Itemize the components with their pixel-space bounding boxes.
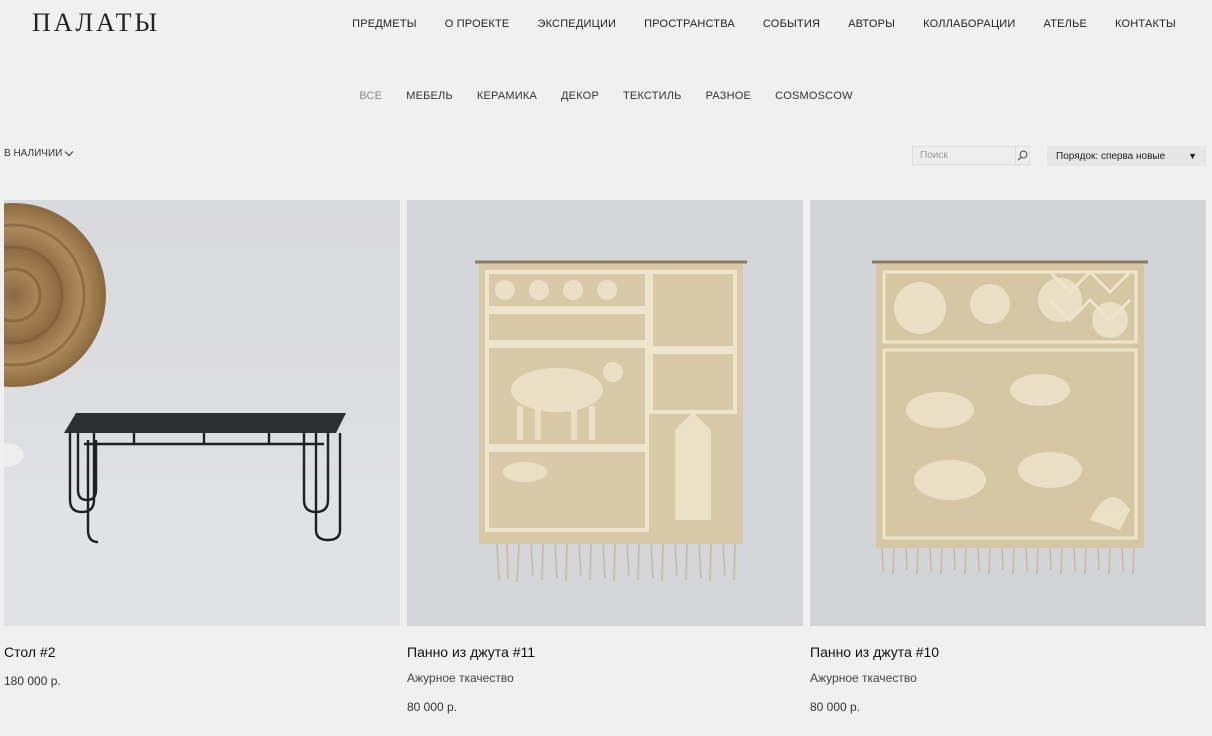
product-card[interactable]: Панно из джута #10 Ажурное ткачество 80 … <box>810 200 1206 714</box>
main-nav: ПРЕДМЕТЫ О ПРОЕКТЕ ЭКСПЕДИЦИИ ПРОСТРАНСТ… <box>352 18 1176 30</box>
availability-filter[interactable]: В НАЛИЧИИ <box>4 147 74 159</box>
product-price: 80 000 р. <box>407 700 458 714</box>
product-title[interactable]: Панно из джута #11 <box>407 644 535 660</box>
nav-item-events[interactable]: СОБЫТИЯ <box>763 18 820 30</box>
product-subtitle: Ажурное ткачество <box>407 671 514 685</box>
category-ceramics[interactable]: КЕРАМИКА <box>477 90 537 102</box>
chevron-down-icon <box>65 147 74 157</box>
product-image-jute-panel-11[interactable] <box>407 200 803 626</box>
sort-select-value: Порядок: сперва новые <box>1056 150 1166 162</box>
caret-down-icon: ▼ <box>1188 151 1197 161</box>
product-card[interactable]: Панно из джута #11 Ажурное ткачество 80 … <box>407 200 803 714</box>
product-image-jute-panel-10[interactable] <box>810 200 1206 626</box>
availability-filter-label: В НАЛИЧИИ <box>4 148 63 159</box>
site-logo[interactable]: ПАЛАТЫ <box>32 8 160 38</box>
category-textile[interactable]: ТЕКСТИЛЬ <box>623 90 682 102</box>
category-all[interactable]: ВСЕ <box>359 90 382 102</box>
search-icon <box>1017 150 1028 161</box>
product-title[interactable]: Панно из джута #10 <box>810 644 939 660</box>
sort-select[interactable]: Порядок: сперва новые ▼ <box>1047 146 1206 166</box>
nav-item-spaces[interactable]: ПРОСТРАНСТВА <box>644 18 735 30</box>
nav-item-authors[interactable]: АВТОРЫ <box>848 18 895 30</box>
nav-item-contacts[interactable]: КОНТАКТЫ <box>1115 18 1176 30</box>
nav-item-items[interactable]: ПРЕДМЕТЫ <box>352 18 417 30</box>
category-cosmoscow[interactable]: COSMOSCOW <box>775 90 853 102</box>
category-filter: ВСЕ МЕБЕЛЬ КЕРАМИКА ДЕКОР ТЕКСТИЛЬ РАЗНО… <box>0 90 1212 102</box>
nav-item-atelier[interactable]: АТЕЛЬЕ <box>1044 18 1088 30</box>
product-price: 80 000 р. <box>810 700 861 714</box>
product-title[interactable]: Стол #2 <box>4 644 55 660</box>
nav-item-expeditions[interactable]: ЭКСПЕДИЦИИ <box>537 18 616 30</box>
category-decor[interactable]: ДЕКОР <box>561 90 599 102</box>
product-image-table[interactable] <box>4 200 400 626</box>
search-button[interactable] <box>1015 147 1029 164</box>
category-furniture[interactable]: МЕБЕЛЬ <box>406 90 453 102</box>
product-price: 180 000 р. <box>4 674 61 688</box>
search-input[interactable] <box>913 150 1015 161</box>
nav-item-collaborations[interactable]: КОЛЛАБОРАЦИИ <box>923 18 1015 30</box>
search-box <box>912 146 1030 165</box>
nav-item-about[interactable]: О ПРОЕКТЕ <box>445 18 510 30</box>
product-subtitle: Ажурное ткачество <box>810 671 917 685</box>
category-misc[interactable]: РАЗНОЕ <box>706 90 752 102</box>
product-card[interactable]: Стол #2 180 000 р. <box>4 200 400 688</box>
